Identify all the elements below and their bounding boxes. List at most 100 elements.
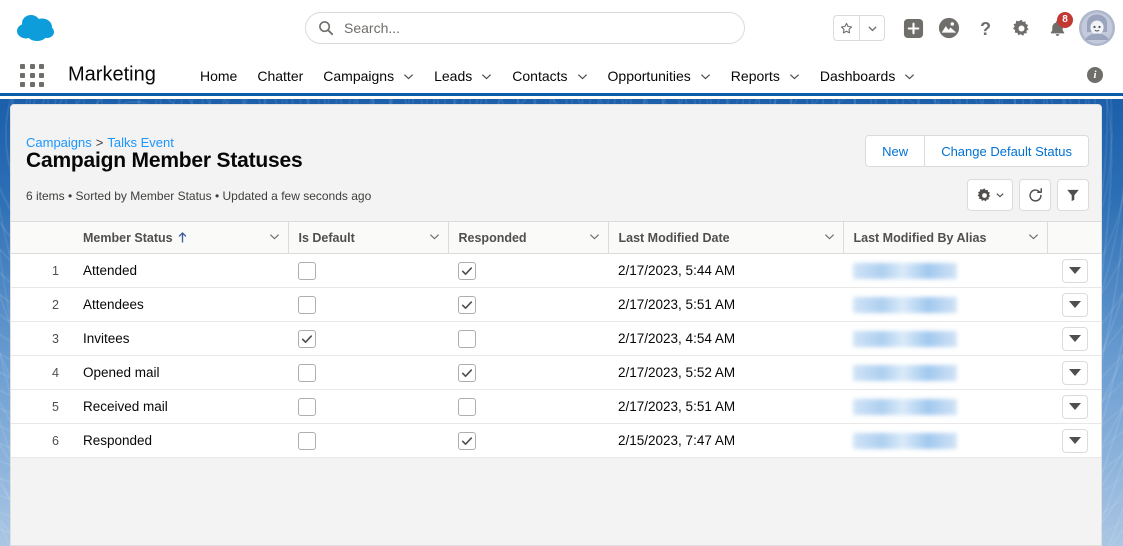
row-actions-button[interactable] xyxy=(1062,360,1088,385)
column-header-label: Last Modified Date xyxy=(618,230,730,245)
svg-text:?: ? xyxy=(979,19,990,39)
nav-item-contacts[interactable]: Contacts xyxy=(502,56,597,96)
cell-last-modified-by-alias xyxy=(843,389,1047,424)
check-icon xyxy=(461,436,473,445)
is-default-checkbox[interactable] xyxy=(298,295,316,314)
notifications-bell-icon[interactable]: 8 xyxy=(1039,10,1075,46)
breadcrumb: Campaigns > Talks Event xyxy=(26,135,174,150)
breadcrumb-separator: > xyxy=(95,135,104,150)
filter-button[interactable] xyxy=(1057,179,1089,211)
row-actions-button[interactable] xyxy=(1062,292,1088,317)
nav-item-campaigns[interactable]: Campaigns xyxy=(313,56,424,96)
list-meta-info: 6 items • Sorted by Member Status • Upda… xyxy=(26,189,372,203)
cell-last-modified-by-alias xyxy=(843,253,1047,288)
salesforce-cloud-logo[interactable] xyxy=(14,10,58,46)
cell-row-actions xyxy=(1047,321,1101,356)
responded-checkbox[interactable] xyxy=(458,329,476,348)
redacted-alias xyxy=(853,330,957,347)
table-row[interactable]: 2 Attendees 2/17/2023, 5:51 AM xyxy=(11,287,1101,322)
is-default-checkbox[interactable] xyxy=(298,431,316,450)
chevron-down-icon[interactable] xyxy=(481,71,492,82)
new-button[interactable]: New xyxy=(865,135,926,167)
responded-checkbox[interactable] xyxy=(458,295,476,314)
is-default-checkbox[interactable] xyxy=(298,397,316,416)
chevron-down-icon[interactable] xyxy=(789,71,800,82)
responded-checkbox[interactable] xyxy=(458,397,476,416)
column-header-is-default[interactable]: Is Default xyxy=(288,221,449,254)
row-number: 4 xyxy=(11,355,73,390)
setup-gear-icon[interactable] xyxy=(1003,10,1039,46)
column-menu-icon[interactable] xyxy=(824,231,835,245)
app-nav-bar: Marketing Home Chatter Campaigns Leads C… xyxy=(0,56,1123,96)
avatar[interactable] xyxy=(1079,10,1115,46)
column-header-member-status[interactable]: Member Status xyxy=(73,221,289,254)
help-icon[interactable]: ? xyxy=(967,10,1003,46)
row-actions-button[interactable] xyxy=(1062,258,1088,283)
header-action-buttons: New Change Default Status xyxy=(865,135,1089,167)
breadcrumb-talks-event[interactable]: Talks Event xyxy=(107,135,173,150)
list-settings-button[interactable] xyxy=(967,179,1013,211)
chevron-down-icon[interactable] xyxy=(577,71,588,82)
table-row[interactable]: 4 Opened mail 2/17/2023, 5:52 AM xyxy=(11,355,1101,390)
nav-item-dashboards[interactable]: Dashboards xyxy=(810,56,926,96)
cell-member-status: Attended xyxy=(73,253,288,288)
column-header-last-modified-by-alias[interactable]: Last Modified By Alias xyxy=(843,221,1048,254)
responded-checkbox[interactable] xyxy=(458,431,476,450)
column-menu-icon[interactable] xyxy=(1028,231,1039,245)
row-actions-button[interactable] xyxy=(1062,326,1088,351)
is-default-checkbox[interactable] xyxy=(298,261,316,280)
app-launcher-mountain-icon[interactable] xyxy=(931,10,967,46)
favorites-star-icon[interactable] xyxy=(833,15,859,41)
table-row[interactable]: 1 Attended 2/17/2023, 5:44 AM xyxy=(11,253,1101,288)
column-menu-icon[interactable] xyxy=(269,231,280,245)
chevron-down-icon[interactable] xyxy=(904,71,915,82)
chevron-down-icon[interactable] xyxy=(700,71,711,82)
table-row[interactable]: 6 Responded 2/15/2023, 7:47 AM xyxy=(11,423,1101,458)
is-default-checkbox[interactable] xyxy=(298,363,316,382)
refresh-button[interactable] xyxy=(1019,179,1051,211)
is-default-checkbox[interactable] xyxy=(298,329,316,348)
nav-item-leads[interactable]: Leads xyxy=(424,56,502,96)
cell-row-actions xyxy=(1047,389,1101,424)
row-actions-button[interactable] xyxy=(1062,394,1088,419)
chevron-down-icon[interactable] xyxy=(403,71,414,82)
notification-badge: 8 xyxy=(1057,12,1073,28)
row-number: 3 xyxy=(11,321,73,356)
nav-item-opportunities[interactable]: Opportunities xyxy=(598,56,721,96)
nav-item-label: Leads xyxy=(434,68,473,84)
responded-checkbox[interactable] xyxy=(458,363,476,382)
row-actions-button[interactable] xyxy=(1062,428,1088,453)
column-menu-icon[interactable] xyxy=(429,231,440,245)
cell-responded xyxy=(448,355,608,390)
breadcrumb-campaigns[interactable]: Campaigns xyxy=(26,135,92,150)
change-default-status-button[interactable]: Change Default Status xyxy=(925,135,1089,167)
cell-member-status: Opened mail xyxy=(73,355,288,390)
nav-item-reports[interactable]: Reports xyxy=(721,56,810,96)
nav-item-label: Dashboards xyxy=(819,68,896,84)
table-row[interactable]: 5 Received mail 2/17/2023, 5:51 AM xyxy=(11,389,1101,424)
nav-item-chatter[interactable]: Chatter xyxy=(247,56,313,96)
app-launcher-icon[interactable] xyxy=(20,64,46,88)
cell-row-actions xyxy=(1047,253,1101,288)
responded-checkbox[interactable] xyxy=(458,261,476,280)
caret-down-icon xyxy=(1069,403,1081,410)
check-icon xyxy=(301,334,313,343)
column-header-row-actions xyxy=(1047,221,1101,254)
chevron-down-icon xyxy=(996,193,1004,198)
filter-icon xyxy=(1067,189,1079,202)
column-header-responded[interactable]: Responded xyxy=(448,221,609,254)
app-name[interactable]: Marketing xyxy=(68,63,156,86)
search-input[interactable] xyxy=(344,20,732,36)
global-search[interactable] xyxy=(305,12,745,44)
redacted-alias xyxy=(853,364,957,381)
favorites-dropdown-icon[interactable] xyxy=(859,15,885,41)
info-icon[interactable]: i xyxy=(1087,66,1103,83)
nav-item-home[interactable]: Home xyxy=(190,56,247,96)
table-row[interactable]: 3 Invitees 2/17/2023, 4:54 AM xyxy=(11,321,1101,356)
cell-last-modified-by-alias xyxy=(843,321,1047,356)
column-menu-icon[interactable] xyxy=(589,231,600,245)
add-icon[interactable] xyxy=(895,10,931,46)
cell-last-modified-by-alias xyxy=(843,423,1047,458)
cell-responded xyxy=(448,253,608,288)
column-header-last-modified-date[interactable]: Last Modified Date xyxy=(608,221,844,254)
